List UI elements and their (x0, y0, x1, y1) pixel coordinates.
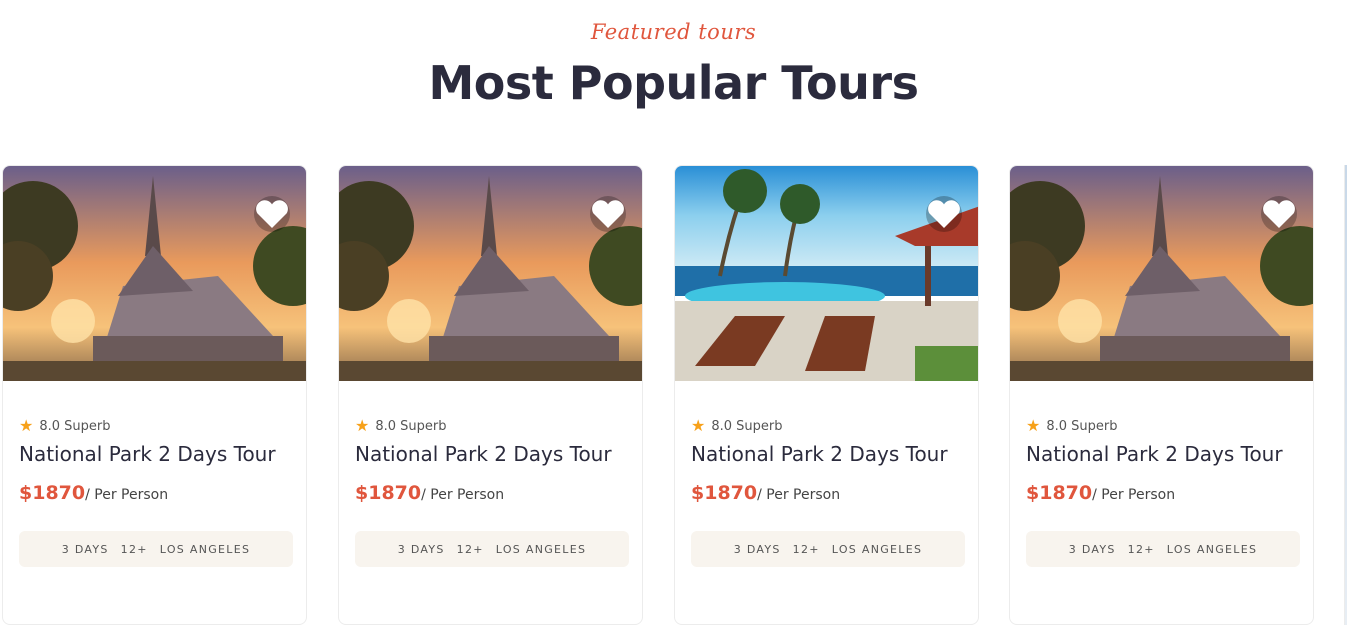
star-icon: ★ (355, 416, 370, 435)
tour-card[interactable]: ★ 8.0 Superb National Park 2 Days Tour $… (1009, 165, 1314, 625)
tour-meta: 3 DAYS 12+ LOS ANGELES (355, 531, 629, 567)
star-icon: ★ (19, 416, 34, 435)
duration: 3 DAYS (397, 542, 445, 556)
tour-image-temple[interactable] (339, 166, 642, 381)
age-limit: 12+ (120, 542, 148, 556)
heart-icon (1263, 199, 1295, 228)
tour-title[interactable]: National Park 2 Days Tour (691, 442, 948, 466)
location: LOS ANGELES (159, 542, 251, 556)
tour-title[interactable]: National Park 2 Days Tour (19, 442, 276, 466)
location: LOS ANGELES (831, 542, 923, 556)
rating: ★ 8.0 Superb (19, 418, 111, 434)
duration: 3 DAYS (61, 542, 109, 556)
section-title: Most Popular Tours (428, 56, 919, 110)
star-icon: ★ (691, 416, 706, 435)
tour-title[interactable]: National Park 2 Days Tour (1026, 442, 1283, 466)
tour-image-temple[interactable] (3, 166, 306, 381)
rating-label: 8.0 Superb (1046, 418, 1118, 434)
location: LOS ANGELES (495, 542, 587, 556)
price-row: $1870/ Per Person (691, 482, 840, 504)
duration: 3 DAYS (733, 542, 781, 556)
tour-meta: 3 DAYS 12+ LOS ANGELES (1026, 531, 1300, 567)
wishlist-button[interactable] (926, 196, 962, 232)
rating-label: 8.0 Superb (711, 418, 783, 434)
wishlist-button[interactable] (590, 196, 626, 232)
price: $1870 (19, 482, 86, 504)
price: $1870 (691, 482, 758, 504)
age-limit: 12+ (792, 542, 820, 556)
tour-meta: 3 DAYS 12+ LOS ANGELES (691, 531, 965, 567)
rating: ★ 8.0 Superb (1026, 418, 1118, 434)
location: LOS ANGELES (1166, 542, 1258, 556)
age-limit: 12+ (456, 542, 484, 556)
wishlist-button[interactable] (254, 196, 290, 232)
age-limit: 12+ (1127, 542, 1155, 556)
rating-label: 8.0 Superb (39, 418, 111, 434)
tour-card[interactable]: ★ 8.0 Superb National Park 2 Days Tour $… (2, 165, 307, 625)
heart-icon (592, 199, 624, 228)
rating: ★ 8.0 Superb (691, 418, 783, 434)
heart-icon (928, 199, 960, 228)
tour-card[interactable]: ★ 8.0 Superb National Park 2 Days Tour $… (338, 165, 643, 625)
star-icon: ★ (1026, 416, 1041, 435)
duration: 3 DAYS (1068, 542, 1116, 556)
price-row: $1870/ Per Person (1026, 482, 1175, 504)
price-row: $1870/ Per Person (19, 482, 168, 504)
price-unit: / Per Person (1092, 487, 1176, 503)
price-row: $1870/ Per Person (355, 482, 504, 504)
tour-image-temple[interactable] (1010, 166, 1313, 381)
price-unit: / Per Person (85, 487, 169, 503)
heart-icon (256, 199, 288, 228)
wishlist-button[interactable] (1261, 196, 1297, 232)
section-subtitle: Featured tours (590, 20, 757, 44)
rating-label: 8.0 Superb (375, 418, 447, 434)
price: $1870 (355, 482, 422, 504)
tour-card[interactable]: ★ 8.0 Superb National Park 2 Days Tour $… (674, 165, 979, 625)
tour-title[interactable]: National Park 2 Days Tour (355, 442, 612, 466)
rating: ★ 8.0 Superb (355, 418, 447, 434)
price-unit: / Per Person (757, 487, 841, 503)
tour-image-pool[interactable] (675, 166, 978, 381)
price: $1870 (1026, 482, 1093, 504)
price-unit: / Per Person (421, 487, 505, 503)
tour-meta: 3 DAYS 12+ LOS ANGELES (19, 531, 293, 567)
